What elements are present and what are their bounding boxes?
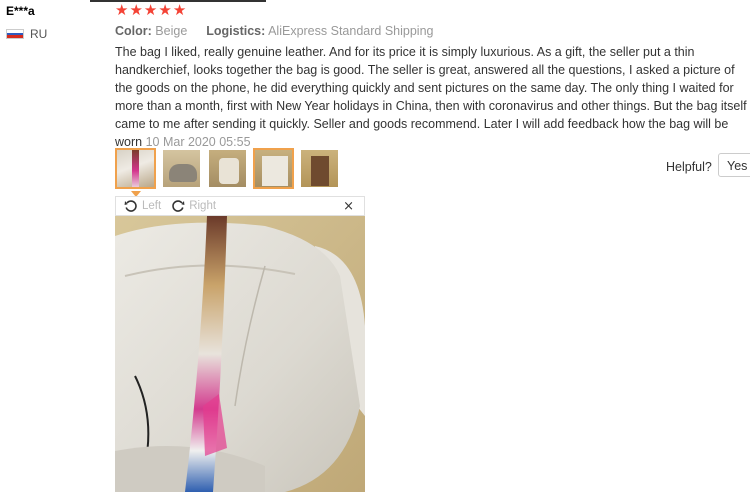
- star-icon: ★: [158, 1, 172, 19]
- country-code: RU: [30, 27, 48, 41]
- review-photo-thumbnail[interactable]: [115, 148, 156, 189]
- review-body: The bag I liked, really genuine leather.…: [115, 43, 747, 151]
- rotate-left-icon: [124, 200, 137, 212]
- star-icon: ★: [172, 1, 187, 19]
- logistics-value: AliExpress Standard Shipping: [268, 24, 434, 38]
- logistics-label: Logistics:: [206, 24, 266, 38]
- reviewer-name: E***a: [6, 4, 35, 18]
- helpful-label: Helpful?: [666, 160, 712, 174]
- review-photo-thumbnail[interactable]: [253, 148, 294, 189]
- star-rating: ★ ★ ★ ★ ★: [115, 3, 186, 18]
- review-text: The bag I liked, really genuine leather.…: [115, 45, 747, 149]
- rotate-right-icon: [172, 200, 185, 212]
- review-photo-large: [115, 216, 365, 492]
- review-date: 10 Mar 2020 05:55: [145, 135, 251, 149]
- rotate-right-label: Right: [189, 200, 217, 212]
- russia-flag-icon: [6, 29, 24, 39]
- helpful-yes-button[interactable]: Yes: [718, 153, 750, 177]
- star-icon: ★: [115, 1, 129, 19]
- star-icon: ★: [129, 1, 143, 19]
- review-photo-thumbnail[interactable]: [207, 148, 248, 189]
- star-icon: ★: [143, 1, 158, 19]
- color-label: Color:: [115, 24, 152, 38]
- rotate-right-button[interactable]: Right: [171, 199, 216, 213]
- review-photo-thumbnail[interactable]: [161, 148, 202, 189]
- review-photo-thumbnails: [115, 148, 340, 189]
- rotate-left-label: Left: [142, 200, 162, 212]
- bag-photo-image: [115, 216, 365, 492]
- reviewer-country: RU: [6, 27, 47, 41]
- rotate-left-button[interactable]: Left: [124, 199, 161, 213]
- color-value: Beige: [155, 24, 188, 38]
- photo-viewer-toolbar: Left Right ×: [115, 196, 365, 216]
- review-photo-thumbnail[interactable]: [299, 148, 340, 189]
- order-info: Color: Beige Logistics: AliExpress Stand…: [115, 24, 433, 38]
- close-viewer-icon[interactable]: ×: [343, 199, 354, 214]
